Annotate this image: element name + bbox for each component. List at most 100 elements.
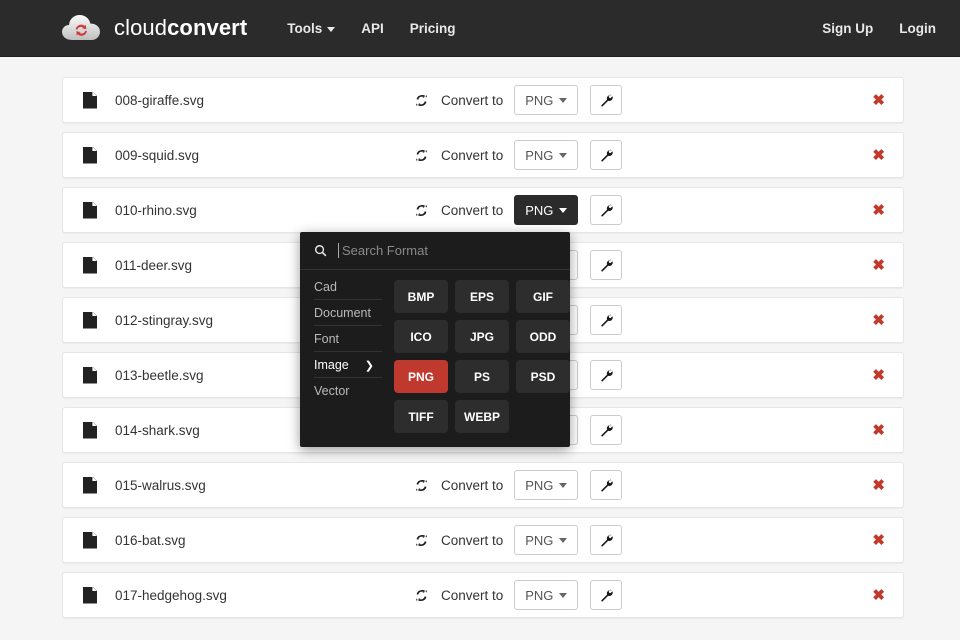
- row-controls: Convert to PNG ✖: [414, 580, 885, 610]
- chevron-down-icon: [559, 152, 568, 158]
- category-item-font[interactable]: Font: [314, 326, 382, 352]
- options-wrench-button[interactable]: [590, 140, 623, 170]
- category-label: Image: [314, 358, 349, 372]
- file-name: 009-squid.svg: [115, 147, 200, 163]
- row-controls: Convert to PNG ✖: [414, 85, 885, 115]
- file-name: 010-rhino.svg: [115, 202, 197, 218]
- options-wrench-button[interactable]: [590, 360, 623, 390]
- options-wrench-button[interactable]: [590, 85, 623, 115]
- nav-item-tools[interactable]: Tools: [287, 21, 336, 36]
- format-option-bmp[interactable]: BMP: [394, 280, 448, 313]
- format-value: PNG: [525, 587, 554, 603]
- delete-row-button[interactable]: ✖: [872, 148, 885, 163]
- convert-to-label: Convert to: [440, 477, 504, 493]
- format-option-ps[interactable]: PS: [455, 360, 509, 393]
- chevron-down-icon: [559, 537, 568, 543]
- sync-refresh-icon: [414, 203, 429, 218]
- category-item-document[interactable]: Document: [314, 300, 382, 326]
- format-option-psd[interactable]: PSD: [516, 360, 570, 393]
- file-document-icon: [83, 91, 97, 109]
- options-wrench-button[interactable]: [590, 415, 623, 445]
- sign-up-link[interactable]: Sign Up: [822, 21, 873, 36]
- category-label: Cad: [314, 280, 337, 294]
- brand-name-bold: convert: [167, 15, 248, 40]
- options-wrench-button[interactable]: [590, 525, 623, 555]
- options-wrench-button[interactable]: [590, 250, 623, 280]
- delete-row-button[interactable]: ✖: [872, 533, 885, 548]
- convert-to-label: Convert to: [440, 532, 504, 548]
- search-input[interactable]: [338, 243, 556, 258]
- file-document-icon: [83, 586, 97, 604]
- chevron-down-icon: [559, 207, 568, 213]
- login-link[interactable]: Login: [899, 21, 936, 36]
- format-dropdown-button[interactable]: PNG: [514, 140, 579, 170]
- search-icon: [314, 244, 328, 258]
- delete-row-button[interactable]: ✖: [872, 313, 885, 328]
- format-selector-panel: Cad Document Font Image ❯ Vector BMP EPS…: [300, 232, 570, 447]
- delete-row-button[interactable]: ✖: [872, 423, 885, 438]
- wrench-options-icon: [601, 368, 613, 382]
- nav-item-pricing[interactable]: Pricing: [410, 21, 456, 36]
- format-dropdown-button[interactable]: PNG: [514, 85, 579, 115]
- file-document-icon: [83, 256, 97, 274]
- file-name: 012-stingray.svg: [115, 312, 214, 328]
- format-option-tiff[interactable]: TIFF: [394, 400, 448, 433]
- delete-row-button[interactable]: ✖: [872, 368, 885, 383]
- format-category-list: Cad Document Font Image ❯ Vector: [300, 270, 382, 447]
- table-row[interactable]: 009-squid.svg Convert to PNG ✖: [62, 132, 904, 178]
- table-row[interactable]: 017-hedgehog.svg Convert to PNG ✖: [62, 572, 904, 618]
- category-item-vector[interactable]: Vector: [314, 378, 382, 403]
- table-row[interactable]: 010-rhino.svg Convert to PNG ✖: [62, 187, 904, 233]
- table-row[interactable]: 015-walrus.svg Convert to PNG ✖: [62, 462, 904, 508]
- delete-row-button[interactable]: ✖: [872, 93, 885, 108]
- format-option-jpg[interactable]: JPG: [455, 320, 509, 353]
- file-name: 008-giraffe.svg: [115, 92, 205, 108]
- delete-row-button[interactable]: ✖: [872, 588, 885, 603]
- format-option-eps[interactable]: EPS: [455, 280, 509, 313]
- format-option-png[interactable]: PNG: [394, 360, 448, 393]
- chevron-down-icon: [559, 482, 568, 488]
- convert-to-label: Convert to: [440, 92, 504, 108]
- options-wrench-button[interactable]: [590, 580, 623, 610]
- chevron-right-icon: ❯: [364, 359, 374, 372]
- format-option-odd[interactable]: ODD: [516, 320, 570, 353]
- wrench-options-icon: [601, 423, 613, 437]
- format-grid: BMP EPS GIF ICO JPG ODD PNG PS PSD TIFF …: [382, 270, 570, 447]
- format-dropdown-button[interactable]: PNG: [514, 525, 579, 555]
- options-wrench-button[interactable]: [590, 195, 623, 225]
- format-search-row: [300, 232, 570, 270]
- row-controls: Convert to PNG ✖: [414, 195, 885, 225]
- format-option-webp[interactable]: WEBP: [455, 400, 509, 433]
- delete-row-button[interactable]: ✖: [872, 258, 885, 273]
- sync-refresh-icon: [414, 148, 429, 163]
- format-option-ico[interactable]: ICO: [394, 320, 448, 353]
- brand-logo[interactable]: cloudconvert: [62, 13, 247, 43]
- row-controls: Convert to PNG ✖: [414, 140, 885, 170]
- format-value: PNG: [525, 147, 554, 163]
- chevron-down-icon: [559, 592, 568, 598]
- table-row[interactable]: 016-bat.svg Convert to PNG ✖: [62, 517, 904, 563]
- sync-refresh-icon: [414, 93, 429, 108]
- row-controls: Convert to PNG ✖: [414, 525, 885, 555]
- file-name: 014-shark.svg: [115, 422, 200, 438]
- delete-row-button[interactable]: ✖: [872, 478, 885, 493]
- options-wrench-button[interactable]: [590, 305, 623, 335]
- category-item-cad[interactable]: Cad: [314, 274, 382, 300]
- wrench-options-icon: [601, 93, 613, 107]
- convert-to-label: Convert to: [440, 147, 504, 163]
- category-label: Font: [314, 332, 340, 346]
- nav-item-api[interactable]: API: [361, 21, 384, 36]
- delete-row-button[interactable]: ✖: [872, 203, 885, 218]
- format-dropdown-button[interactable]: PNG: [514, 470, 579, 500]
- file-document-icon: [83, 201, 97, 219]
- wrench-options-icon: [601, 588, 613, 602]
- format-dropdown-button-active[interactable]: PNG: [514, 195, 579, 225]
- table-row[interactable]: 008-giraffe.svg Convert to PNG ✖: [62, 77, 904, 123]
- options-wrench-button[interactable]: [590, 470, 623, 500]
- format-panel-body: Cad Document Font Image ❯ Vector BMP EPS…: [300, 270, 570, 447]
- cloud-refresh-logo-icon: [62, 13, 102, 43]
- format-dropdown-button[interactable]: PNG: [514, 580, 579, 610]
- category-item-image[interactable]: Image ❯: [314, 352, 382, 378]
- format-option-gif[interactable]: GIF: [516, 280, 570, 313]
- file-document-icon: [83, 421, 97, 439]
